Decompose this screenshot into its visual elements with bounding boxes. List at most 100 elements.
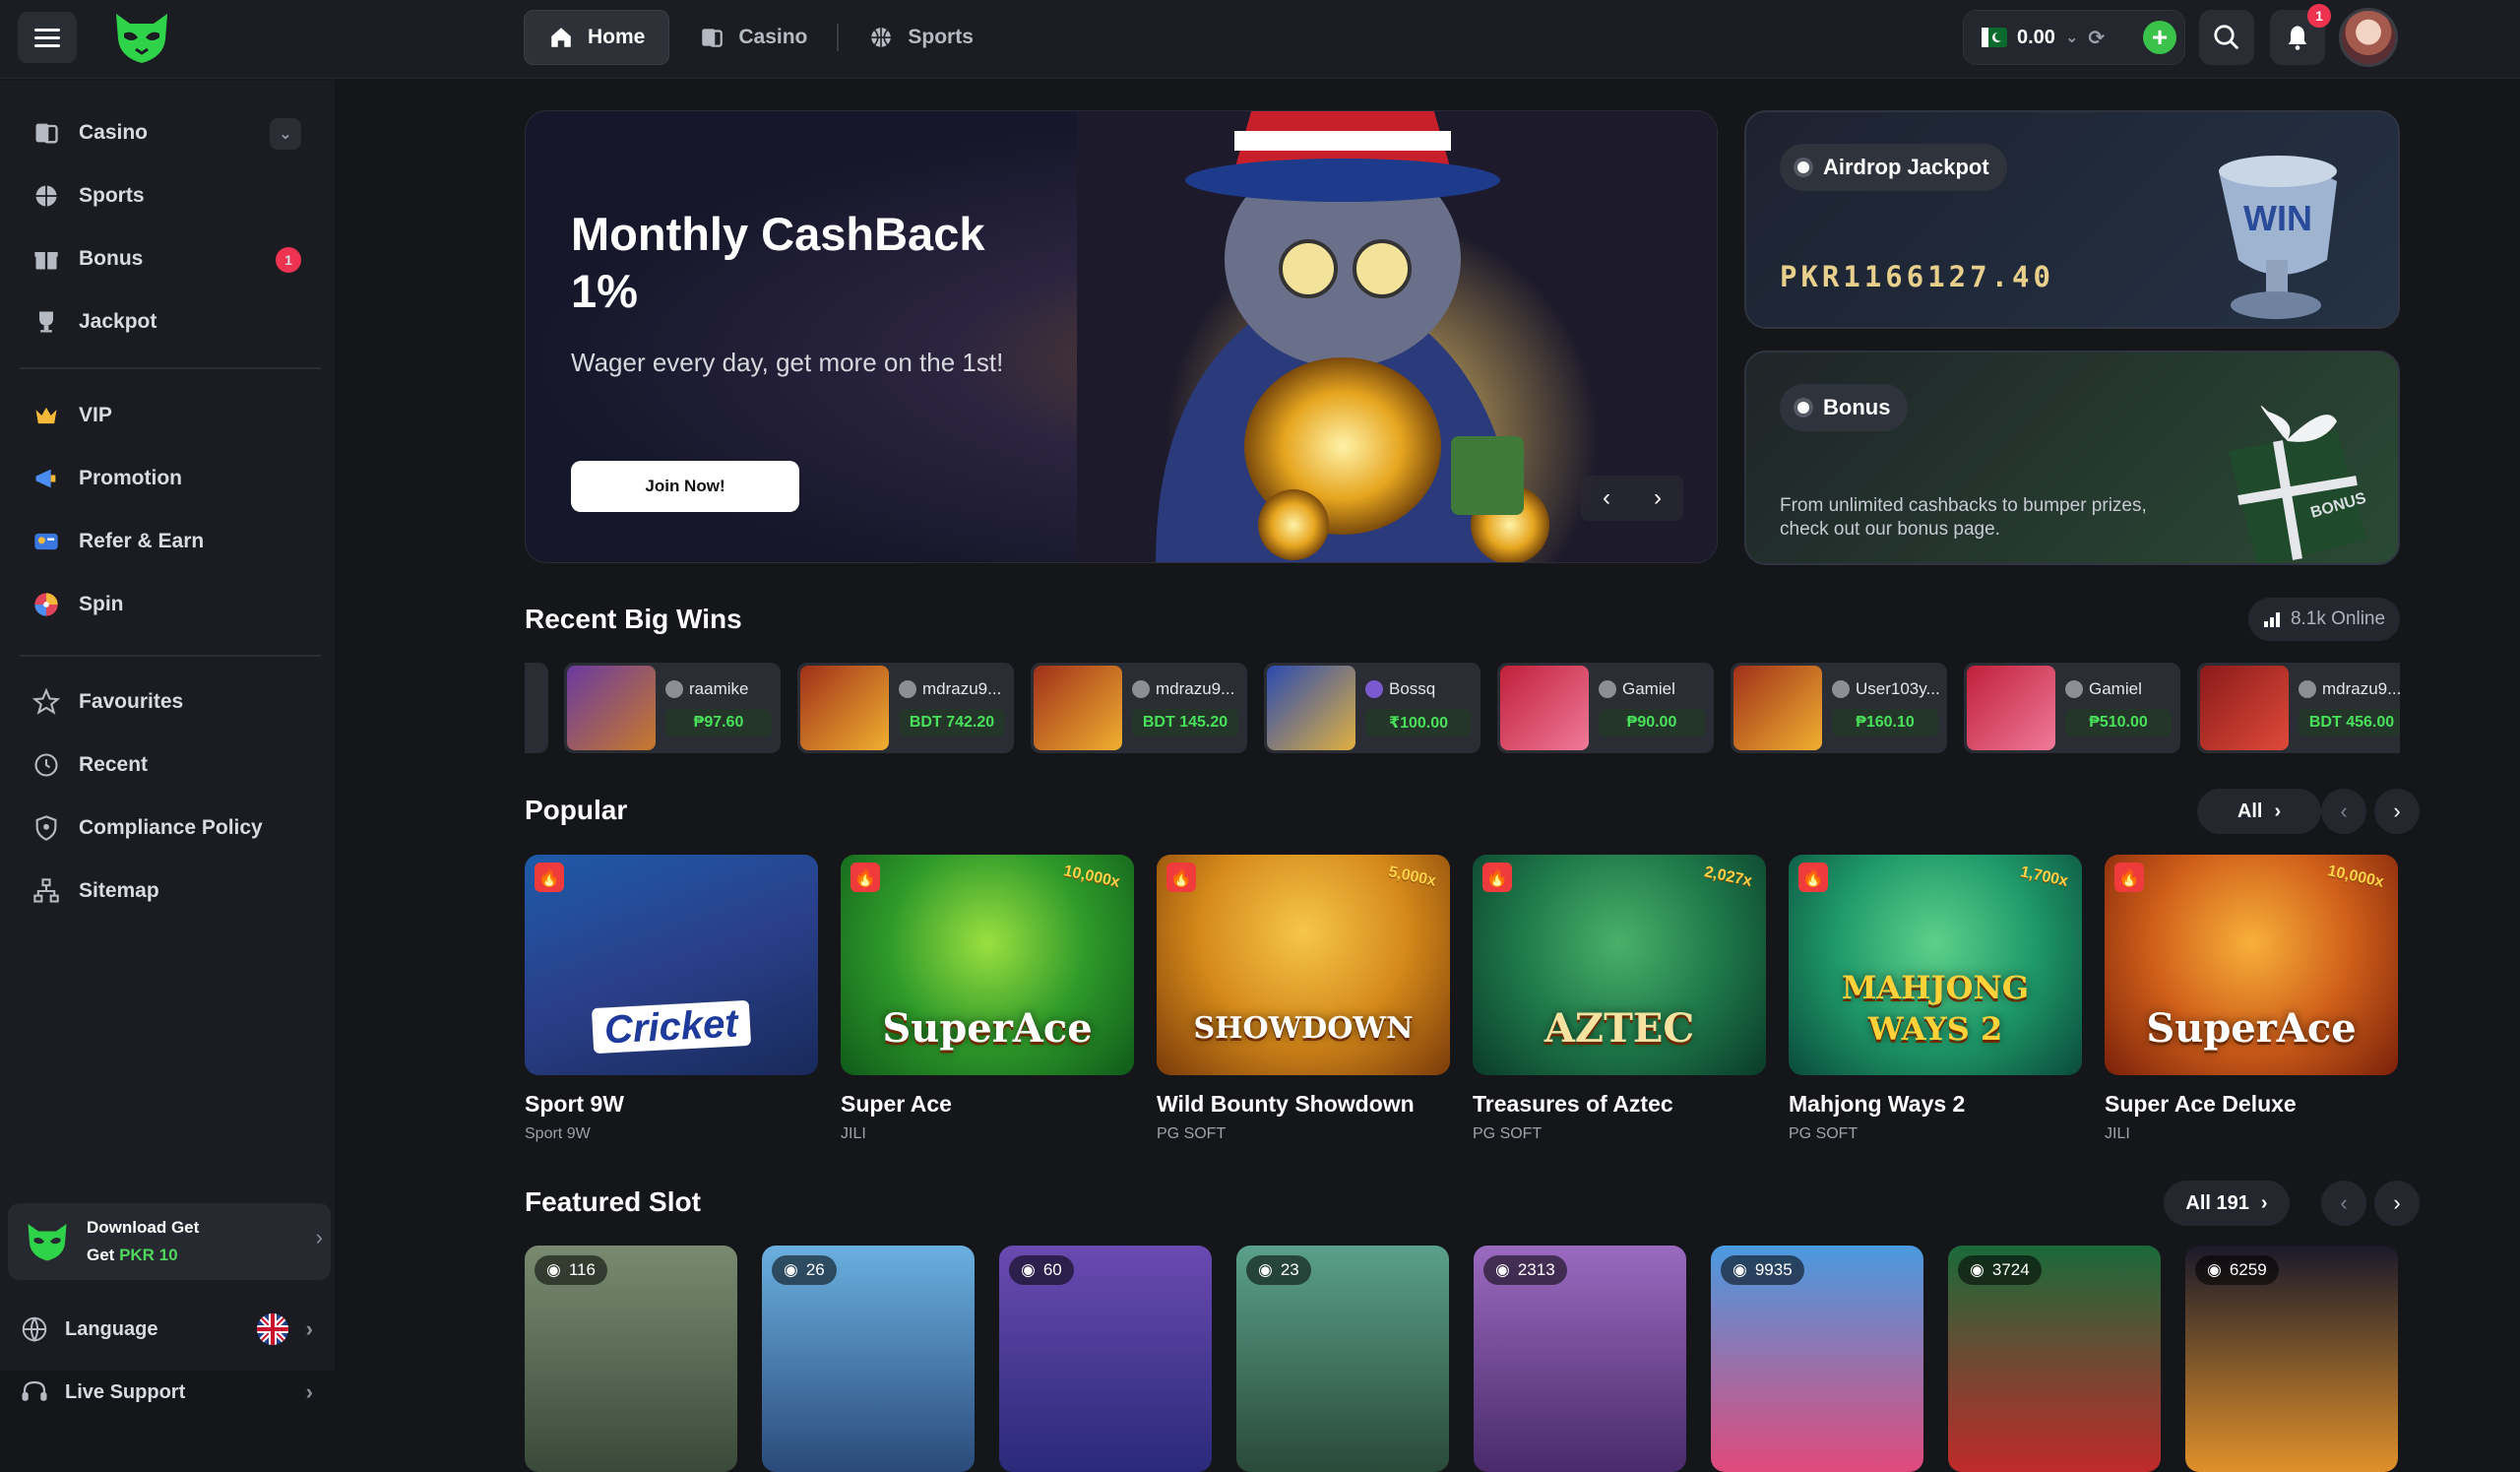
sidebar-item-sitemap[interactable]: Sitemap [20,863,315,920]
game-provider: JILI [2105,1125,2130,1142]
game-card-wild-bounty-showdown[interactable]: 🔥 5,000x SHOWDOWN Wild Bounty Showdown P… [1157,855,1450,1143]
sidebar-item-bonus[interactable]: Bonus 1 [20,230,315,288]
chevron-right-icon[interactable]: › [1632,476,1683,521]
popular-all-button[interactable]: All › [2197,789,2321,834]
deposit-button[interactable]: + [2143,21,2176,54]
live-support-link[interactable]: Live Support › [20,1367,321,1418]
hero-banner[interactable]: Monthly CashBack 1% Wager every day, get… [525,110,1718,563]
game-thumbnail-image: 🔥 10,000x SuperAce [2105,855,2398,1075]
slot-card[interactable]: ◉ 116 [525,1246,737,1472]
tab-casino[interactable]: Casino [675,10,831,65]
sidebar-item-recent[interactable]: Recent [20,736,315,794]
win-amount: ₱90.00 [1599,709,1705,736]
menu-toggle-button[interactable] [18,12,77,63]
slot-card[interactable]: ◉ 26 [762,1246,975,1472]
game-thumbnail-image [2200,666,2289,750]
recent-big-wins-title: Recent Big Wins [525,604,742,634]
win-card-partial [525,663,548,753]
brand-logo-icon[interactable] [110,10,173,65]
win-card[interactable]: mdrazu9... BDT 742.20 [797,663,1014,753]
win-amount: BDT 742.20 [899,709,1005,736]
sidebar-item-label: Promotion [79,467,182,489]
tab-sports[interactable]: Sports [845,10,997,65]
sidebar-item-casino[interactable]: Casino ⌄ [20,104,315,161]
eye-icon: ◉ [784,1260,798,1279]
trophy-icon [32,307,61,337]
slot-card[interactable]: ◉ 23 [1236,1246,1449,1472]
bonus-card[interactable]: BONUS Bonus From unlimited cashbacks to … [1744,351,2400,565]
game-card-super-ace-deluxe[interactable]: 🔥 10,000x SuperAce Super Ace Deluxe JILI [2105,855,2398,1143]
win-amount: ₱160.10 [1832,709,1938,736]
popular-next-button[interactable]: › [2374,789,2420,834]
view-count: ◉ 9935 [1721,1255,1804,1285]
featured-all-button[interactable]: All 191 › [2164,1181,2290,1226]
sidebar-item-vip[interactable]: VIP [20,387,315,444]
notifications-button[interactable]: 1 [2270,4,2331,65]
popular-title: Popular [525,795,628,825]
refresh-icon[interactable]: ⟳ [2088,26,2105,50]
sidebar-item-promotion[interactable]: Promotion [20,450,315,507]
win-card[interactable]: mdrazu9... BDT 145.20 [1031,663,1247,753]
tab-home-label: Home [588,26,646,48]
search-button[interactable] [2199,10,2254,65]
slot-card[interactable]: ◉ 9935 [1711,1246,1923,1472]
live-support-label: Live Support [65,1380,186,1403]
airdrop-jackpot-card[interactable]: WIN Airdrop Jackpot PKR1166127.40 [1744,110,2400,329]
chevron-right-icon: › [2260,1191,2268,1214]
sidebar-item-compliance-policy[interactable]: Compliance Policy [20,800,315,857]
user-avatar[interactable] [2339,8,2398,67]
win-card[interactable]: User103y... ₱160.10 [1731,663,1947,753]
slot-card[interactable]: ◉ 3724 [1948,1246,2161,1472]
user-icon [1132,680,1150,698]
chevron-down-icon[interactable]: ⌄ [2065,28,2078,47]
view-count-text: 2313 [1517,1260,1555,1279]
game-provider: Sport 9W [525,1125,591,1142]
slot-card[interactable]: ◉ 2313 [1474,1246,1686,1472]
main-content: Monthly CashBack 1% Wager every day, get… [335,80,2520,1472]
sidebar-item-refer-earn[interactable]: Refer & Earn [20,513,315,570]
sidebar-item-label: VIP [79,404,112,426]
win-card[interactable]: Bossq ₹100.00 [1264,663,1480,753]
slot-card[interactable]: ◉ 6259 [2185,1246,2398,1472]
wallet-widget[interactable]: 0.00 ⌄ ⟳ + [1963,10,2185,65]
popular-prev-button[interactable]: ‹ [2321,789,2366,834]
join-now-button[interactable]: Join Now! [571,461,799,512]
main-nav: Home Casino Sports [524,10,997,65]
popular-all-label: All [2236,800,2263,822]
sidebar-item-sports[interactable]: Sports [20,167,315,224]
eye-icon: ◉ [1258,1260,1273,1279]
win-card[interactable]: Gamiel ₱90.00 [1497,663,1714,753]
sidebar-item-jackpot[interactable]: Jackpot [20,293,315,351]
featured-next-button[interactable]: › [2374,1181,2420,1226]
game-card-sport-9w[interactable]: 🔥 Cricket Sport 9W Sport 9W [525,855,818,1143]
chevron-left-icon[interactable]: ‹ [1581,476,1632,521]
hamburger-icon [34,35,60,39]
win-card[interactable]: mdrazu9... BDT 456.00 [2197,663,2400,753]
hero-carousel-controls: ‹ › [1581,476,1683,521]
game-card-treasures-of-aztec[interactable]: 🔥 2,027x AZTEC Treasures of Aztec PG SOF… [1473,855,1766,1143]
win-username: Gamiel [2089,679,2142,698]
featured-prev-button[interactable]: ‹ [2321,1181,2366,1226]
game-card-super-ace[interactable]: 🔥 10,000x SuperAce Super Ace JILI [841,855,1134,1143]
expand-chevron-icon[interactable]: ⌄ [270,118,301,150]
sidebar-item-spin[interactable]: Spin [20,576,315,633]
view-count: ◉ 26 [772,1255,837,1285]
pakistan-flag-icon [1982,28,2007,47]
win-username: Bossq [1389,679,1436,698]
max-multiplier: 10,000x [2326,863,2386,891]
fire-icon: 🔥 [1166,863,1196,892]
tab-home[interactable]: Home [524,10,670,65]
gift-icon [32,244,61,274]
max-multiplier: 1,700x [2018,864,2070,890]
win-card[interactable]: Gamiel ₱510.00 [1964,663,2180,753]
game-logo-text: SHOWDOWN [1193,1011,1414,1046]
game-card-mahjong-ways-2[interactable]: 🔥 1,700x MAHJONG WAYS 2 Mahjong Ways 2 P… [1789,855,2082,1143]
win-card[interactable]: raamike ₱97.60 [564,663,781,753]
language-selector[interactable]: Language › [20,1304,321,1355]
bonus-label: Bonus [1780,384,1909,431]
home-icon [551,28,571,47]
sidebar-item-favourites[interactable]: Favourites [20,673,315,731]
game-thumbnail-image [1967,666,2055,750]
slot-card[interactable]: ◉ 60 [999,1246,1212,1472]
download-app-card[interactable]: Download Get Get PKR 10 › [8,1203,331,1280]
